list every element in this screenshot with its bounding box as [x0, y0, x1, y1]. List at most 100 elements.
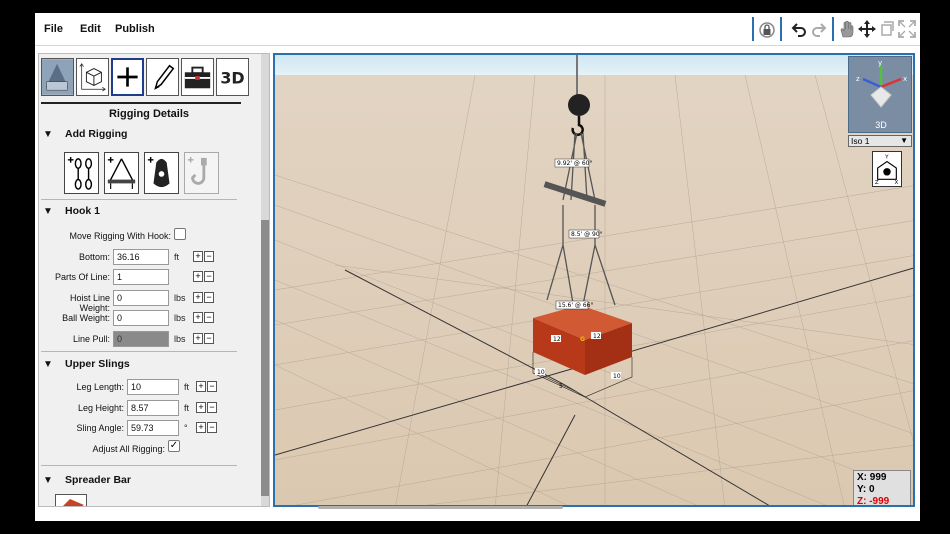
leg-length-input[interactable]: 10: [127, 379, 179, 395]
lock-icon[interactable]: [757, 19, 777, 39]
rotate-icon[interactable]: [877, 19, 897, 39]
menu-publish[interactable]: Publish: [115, 23, 155, 35]
axis-gizmo-icon: y x z: [856, 59, 907, 108]
hoist-line-weight-label: Hoist Line Weight:: [69, 293, 110, 313]
toolbar-separator: [780, 17, 782, 41]
leg-length-increment-button[interactable]: +: [196, 381, 206, 392]
rigging-panel: 3D Rigging Details ▼ Add Rigging ▼ Hook …: [38, 53, 270, 507]
view-cube[interactable]: y x z 3D: [848, 56, 912, 133]
section-divider: [41, 465, 237, 466]
line-pull-unit: lbs: [174, 334, 186, 344]
adjust-all-rigging-checkbox[interactable]: ✓: [168, 440, 180, 452]
add-hook-button[interactable]: [184, 152, 219, 194]
menubar: File Edit Publish: [35, 13, 920, 46]
section-spreader-bar[interactable]: ▼ Spreader Bar: [43, 474, 131, 486]
move-rigging-checkbox[interactable]: [174, 228, 186, 240]
tool-edit[interactable]: [146, 58, 179, 96]
add-spreader-bar-button[interactable]: [104, 152, 139, 194]
move-icon[interactable]: [857, 19, 877, 39]
bottom-decrement-button[interactable]: −: [204, 251, 214, 262]
hoist-line-weight-input[interactable]: 0: [113, 290, 169, 306]
menu-file[interactable]: File: [44, 23, 63, 35]
3d-viewport[interactable]: 9.92' @ 60° 8.5' @ 90° 15.6' @ 66° 12 12…: [273, 53, 915, 507]
section-divider: [41, 199, 237, 200]
svg-text:x: x: [903, 75, 907, 83]
tool-toolbox[interactable]: [181, 58, 214, 96]
hoist-line-weight-unit: lbs: [174, 293, 186, 303]
line-pull-decrement-button[interactable]: −: [204, 333, 214, 344]
move-rigging-label: Move Rigging With Hook:: [69, 231, 171, 241]
tool-add[interactable]: [111, 58, 144, 96]
leg-height-input[interactable]: 8.57: [127, 400, 179, 416]
box-front-right-dimension: 10: [613, 373, 621, 380]
sling-icon: [67, 156, 93, 190]
bottom-increment-button[interactable]: +: [193, 251, 203, 262]
ball-weight-decrement-button[interactable]: −: [204, 312, 214, 323]
leg-height-increment-button[interactable]: +: [196, 402, 206, 413]
box-right-dimension: 12: [593, 333, 601, 340]
3d-view-icon: 3D: [220, 69, 244, 88]
spreader-bar-thumb-icon: [63, 499, 84, 506]
parts-of-line-decrement-button[interactable]: −: [204, 271, 214, 282]
svg-text:y: y: [878, 59, 882, 67]
leg-height-unit: ft: [184, 403, 190, 413]
tool-3d[interactable]: 3D: [216, 58, 249, 96]
menu-edit[interactable]: Edit: [80, 23, 101, 35]
undo-icon[interactable]: [789, 19, 809, 39]
hand-icon[interactable]: [837, 19, 857, 39]
ball-weight-input[interactable]: 0: [113, 310, 169, 326]
spreader-bar-thumbnail[interactable]: [55, 494, 87, 506]
bottom-input[interactable]: 36.16: [113, 249, 169, 265]
sling-angle-decrement-button[interactable]: −: [207, 422, 217, 433]
hoist-line-weight-decrement-button[interactable]: −: [204, 292, 214, 303]
x-coordinate: X: 999: [857, 472, 887, 483]
line-pull-increment-button[interactable]: +: [193, 333, 203, 344]
sky: [275, 55, 913, 77]
parts-of-line-input[interactable]: 1: [113, 269, 169, 285]
collapse-triangle-icon: ▼: [43, 129, 53, 140]
section-upper-slings[interactable]: ▼ Upper Slings: [43, 358, 130, 370]
svg-text:3D: 3D: [220, 69, 244, 88]
box-left-dimension: 12: [553, 336, 561, 343]
redo-icon[interactable]: [809, 19, 829, 39]
add-sling-button[interactable]: [64, 152, 99, 194]
ball-weight-label: Ball Weight:: [62, 313, 110, 323]
leg-length-label: Leg Length:: [76, 382, 124, 392]
svg-text:Y: Y: [884, 155, 889, 161]
pencil-icon: [154, 64, 175, 91]
view-select[interactable]: Iso 1 ▼: [848, 135, 912, 147]
app-window: File Edit Publish 3D Rigging Details ▼ A…: [35, 13, 920, 521]
bottom-unit: ft: [174, 252, 180, 262]
fullscreen-icon[interactable]: [897, 19, 917, 39]
base-sling-label: 15.6' @ 66°: [558, 302, 593, 309]
tool-load[interactable]: [41, 58, 74, 96]
add-shackle-button[interactable]: [144, 152, 179, 194]
leg-height-decrement-button[interactable]: −: [207, 402, 217, 413]
adjust-all-rigging-label: Adjust All Rigging:: [92, 444, 165, 454]
parts-of-line-increment-button[interactable]: +: [193, 271, 203, 282]
sling-angle-unit: °: [184, 423, 188, 433]
ball-weight-increment-button[interactable]: +: [193, 312, 203, 323]
z-coordinate: Z: -999: [857, 496, 890, 507]
y-coordinate: Y: 0: [857, 484, 875, 495]
plus-icon: [117, 67, 138, 87]
lower-sling-label: 8.5' @ 90°: [571, 231, 603, 238]
sling-angle-input[interactable]: 59.73: [127, 420, 179, 436]
panel-scrollbar-thumb[interactable]: [261, 220, 269, 496]
hook-icon: [187, 156, 207, 185]
chevron-down-icon: ▼: [900, 136, 908, 145]
center-of-gravity-marker: G: [580, 336, 585, 343]
parts-of-line-label: Parts Of Line:: [54, 272, 110, 282]
sling-angle-increment-button[interactable]: +: [196, 422, 206, 433]
camera-view-button[interactable]: Y Z X: [872, 151, 902, 187]
bottom-label: Bottom:: [78, 252, 110, 262]
view-select-value: Iso 1: [851, 136, 870, 146]
section-add-rigging[interactable]: ▼ Add Rigging: [43, 128, 127, 140]
section-hook[interactable]: ▼ Hook 1: [43, 205, 100, 217]
leg-length-decrement-button[interactable]: −: [207, 381, 217, 392]
collapse-triangle-icon: ▼: [43, 359, 53, 370]
sling-angle-label: Sling Angle:: [76, 423, 124, 433]
hook-ball: [568, 94, 590, 116]
hoist-line-weight-increment-button[interactable]: +: [193, 292, 203, 303]
tool-dimensions[interactable]: [76, 58, 109, 96]
